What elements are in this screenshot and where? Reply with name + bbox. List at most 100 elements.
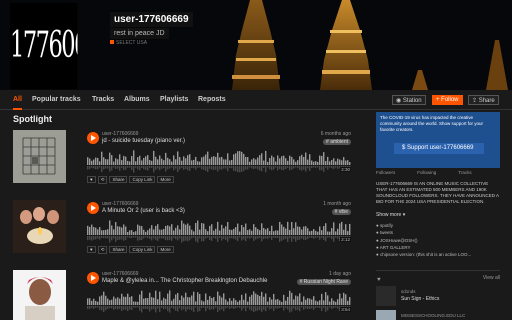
waveform-bar <box>217 152 219 165</box>
waveform-bar <box>205 154 207 165</box>
waveform-reflection <box>221 306 223 310</box>
tab-all[interactable]: All <box>13 96 22 110</box>
waveform-bar <box>343 157 345 165</box>
waveform-bar <box>179 300 181 305</box>
waveform-bar <box>181 160 183 165</box>
track-artist[interactable]: user-177606669 <box>102 271 138 277</box>
link-other[interactable]: ● chipsone version: (this shit is an act… <box>376 251 500 258</box>
track-title[interactable]: A Minute Or 2 (user is back <3) <box>102 208 185 214</box>
waveform-reflection <box>167 236 169 241</box>
track-artist[interactable]: user-177606669 <box>102 131 138 137</box>
repost-button[interactable]: ⟲ <box>97 176 108 184</box>
follow-button[interactable]: + Follow <box>432 95 463 105</box>
waveform-reflection <box>125 306 127 310</box>
liked-track[interactable]: sd1nds Sun Sign - Ethics <box>376 286 500 308</box>
waveform-bar <box>119 298 121 305</box>
link-spotify[interactable]: ● spotify <box>376 222 500 229</box>
track-artwork[interactable] <box>13 130 66 183</box>
track-title[interactable]: jd - suicide tuesday (piano ver.) <box>102 138 185 144</box>
play-button[interactable] <box>87 132 99 144</box>
copy-link-button[interactable]: Copy Link <box>129 176 156 183</box>
show-more-button[interactable]: Show more ▾ <box>376 212 405 218</box>
share-track-button[interactable]: Share <box>109 246 128 253</box>
waveform-reflection <box>177 306 179 312</box>
view-all-link[interactable]: View all <box>483 275 500 281</box>
follow-label: Follow <box>441 97 459 103</box>
followers-label[interactable]: Followers <box>376 170 395 175</box>
link-twitter[interactable]: ● tweets <box>376 229 500 236</box>
waveform-reflection <box>127 166 129 168</box>
waveform-reflection <box>271 306 273 309</box>
like-button[interactable]: ♥ <box>87 176 96 183</box>
track-tag[interactable]: # vibe <box>331 209 351 215</box>
waveform-bar <box>271 155 273 165</box>
waveform-reflection <box>133 236 135 238</box>
waveform-bar <box>181 220 183 235</box>
following-label[interactable]: Following <box>417 170 436 175</box>
waveform-reflection <box>295 236 297 242</box>
waveform-bar <box>277 299 279 305</box>
waveform-bar <box>301 301 303 305</box>
tab-popular-tracks[interactable]: Popular tracks <box>32 96 81 103</box>
waveform-reflection <box>121 166 123 169</box>
waveform-bar <box>285 300 287 305</box>
waveform-bar <box>317 301 319 305</box>
track-tag[interactable]: # ambient <box>323 139 351 145</box>
waveform-bar <box>141 160 143 165</box>
waveform-bar <box>113 296 115 305</box>
waveform-reflection <box>209 306 211 310</box>
play-button[interactable] <box>87 202 99 214</box>
waveform-reflection <box>131 166 133 171</box>
waveform-bar <box>279 158 281 165</box>
waveform-bar <box>103 291 105 305</box>
tab-reposts[interactable]: Reposts <box>198 96 226 103</box>
tracks-label[interactable]: Tracks <box>458 170 471 175</box>
waveform-bar <box>337 299 339 305</box>
waveform-bar <box>347 300 349 305</box>
waveform[interactable] <box>87 218 351 244</box>
waveform-reflection <box>181 166 183 168</box>
avatar[interactable]: 177606669 <box>10 2 78 90</box>
waveform[interactable] <box>87 288 351 314</box>
liked-user[interactable]: MISSESSCHOOLING.EDU LLC <box>401 313 465 318</box>
liked-track[interactable]: MISSESSCHOOLING.EDU LLC <box>376 310 500 320</box>
share-button[interactable]: ⇪ Share <box>468 95 499 105</box>
waveform-bar <box>163 297 165 305</box>
link-instagram[interactable]: ● JOSHuwe@OSH() <box>376 237 500 244</box>
waveform-reflection <box>135 236 137 238</box>
tab-tracks[interactable]: Tracks <box>92 96 114 103</box>
waveform-bar <box>313 296 315 305</box>
waveform-reflection <box>161 306 163 309</box>
waveform-bar <box>89 158 91 165</box>
play-button[interactable] <box>87 272 99 284</box>
track-title[interactable]: Maple & @ylelea in... The Christopher Br… <box>102 278 267 284</box>
waveform-reflection <box>103 236 105 239</box>
waveform-reflection <box>297 236 299 240</box>
share-track-button[interactable]: Share <box>109 176 128 183</box>
link-gallery[interactable]: ● ART GALLERY <box>376 244 500 251</box>
more-button[interactable]: More <box>157 176 174 183</box>
waveform-bar <box>287 296 289 305</box>
waveform-reflection <box>337 166 339 169</box>
waveform[interactable] <box>87 148 351 174</box>
more-button[interactable]: More <box>157 246 174 253</box>
track-artist[interactable]: user-177606669 <box>102 201 138 207</box>
liked-user[interactable]: sd1nds <box>401 289 416 294</box>
waveform-bar <box>173 298 175 305</box>
waveform-reflection <box>143 236 145 239</box>
track-tag[interactable]: # Russian Night Rave <box>296 279 351 285</box>
track-artwork[interactable] <box>13 200 66 253</box>
station-button[interactable]: ◉ Station <box>392 95 426 105</box>
support-button[interactable]: $ Support user-177606669 <box>394 143 484 154</box>
track-artwork[interactable] <box>13 270 66 320</box>
copy-link-button[interactable]: Copy Link <box>129 246 156 253</box>
tab-playlists[interactable]: Playlists <box>160 96 188 103</box>
like-button[interactable]: ♥ <box>87 246 96 253</box>
tab-albums[interactable]: Albums <box>124 96 150 103</box>
waveform-bar <box>281 224 283 235</box>
repost-button[interactable]: ⟲ <box>97 246 108 254</box>
waveform-reflection <box>257 236 259 239</box>
liked-title[interactable]: Sun Sign - Ethics <box>401 296 439 302</box>
waveform-reflection <box>297 166 299 169</box>
waveform-reflection <box>281 306 283 308</box>
